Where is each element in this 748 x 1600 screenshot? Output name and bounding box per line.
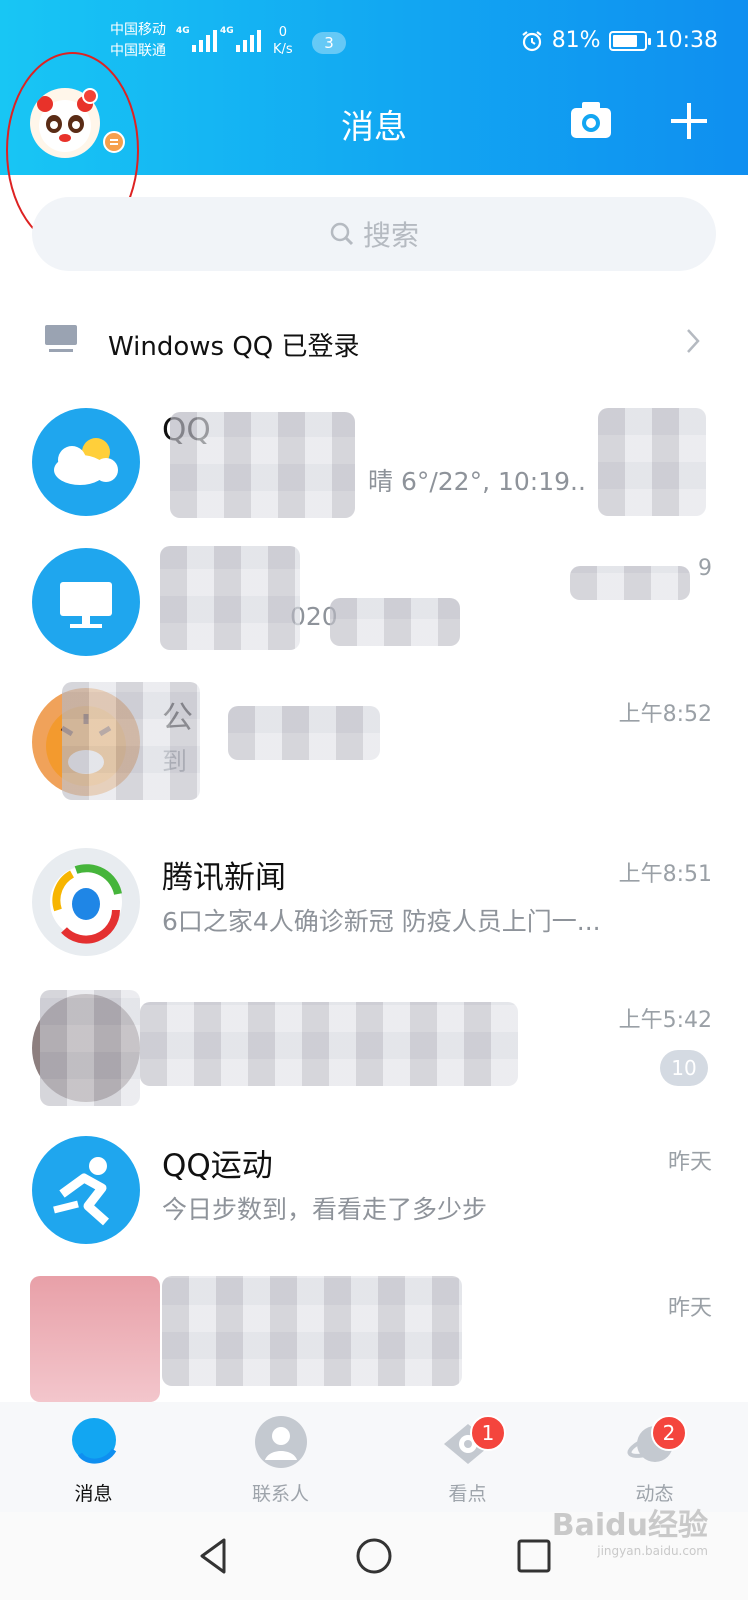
carrier-2: 中国联通 xyxy=(110,43,166,59)
conversation-name: QQ运动 xyxy=(162,1148,273,1184)
pc-login-notice[interactable]: Windows QQ 已登录 xyxy=(0,306,748,386)
redacted-area xyxy=(140,1002,518,1086)
recents-icon[interactable] xyxy=(512,1534,556,1578)
runner-icon xyxy=(53,1157,109,1226)
status-right: 81% 10:38 xyxy=(520,28,718,53)
conversation-time: 9 xyxy=(698,556,712,581)
conversation-preview: 晴 6°/22°, 10:19.. xyxy=(368,467,586,496)
bottom-tab-bar: 消息 联系人 1 看点 2 动态 xyxy=(0,1402,748,1512)
conversation-item[interactable]: 020 9 xyxy=(0,532,748,670)
conversation-item[interactable]: QQ 晴 6°/22°, 10:19.. xyxy=(0,392,748,530)
conversation-time: 上午8:52 xyxy=(618,702,712,727)
contacts-icon xyxy=(255,1416,307,1468)
weather-avatar xyxy=(32,408,140,516)
conversation-time: 上午5:42 xyxy=(618,1008,712,1033)
redacted-area xyxy=(30,1276,160,1402)
conversation-time: 上午8:51 xyxy=(618,862,712,887)
unread-count-badge: 10 xyxy=(660,1050,708,1086)
add-button[interactable] xyxy=(668,100,710,142)
tab-label: 联系人 xyxy=(251,1483,309,1505)
conversation-name: 腾讯新闻 xyxy=(162,860,286,896)
network-type-2: 4G xyxy=(220,26,234,36)
camera-icon xyxy=(571,102,611,138)
conversation-item[interactable]: 昨天 xyxy=(0,1266,748,1404)
redacted-area xyxy=(330,598,460,646)
redacted-area xyxy=(170,412,355,518)
conversation-time: 昨天 xyxy=(667,1296,712,1321)
tab-messages[interactable]: 消息 xyxy=(0,1402,187,1512)
redacted-area xyxy=(570,566,690,600)
computer-icon xyxy=(60,582,112,628)
network-type-1: 4G xyxy=(176,26,190,36)
tab-contacts[interactable]: 联系人 xyxy=(187,1402,374,1512)
qq-sport-avatar xyxy=(32,1136,140,1244)
computer-icon xyxy=(45,325,77,352)
back-icon[interactable] xyxy=(192,1534,236,1578)
camera-button[interactable] xyxy=(570,100,612,140)
tab-moments[interactable]: 2 动态 xyxy=(561,1402,748,1512)
tab-badge: 2 xyxy=(651,1415,687,1451)
login-notice-text: Windows QQ 已登录 xyxy=(108,332,360,362)
device-avatar xyxy=(32,548,140,656)
notification-count: 3 xyxy=(312,32,346,54)
tab-label: 看点 xyxy=(448,1483,487,1505)
battery-percent: 81% xyxy=(551,28,601,53)
conversation-item[interactable]: 腾讯新闻 6口之家4人确诊新冠 防疫人员上门一... 上午8:51 xyxy=(0,832,748,970)
status-bar: 中国移动 中国联通 4G 4G 0 K/s 3 81% 10:38 xyxy=(0,0,748,80)
clock: 10:38 xyxy=(654,28,718,53)
redacted-area xyxy=(160,546,300,650)
conversation-time: 昨天 xyxy=(667,1150,712,1175)
news-icon xyxy=(50,864,122,944)
conversation-item[interactable]: 上午5:42 10 xyxy=(0,978,748,1116)
weather-icon xyxy=(54,438,118,485)
search-icon xyxy=(330,222,354,246)
redacted-area xyxy=(162,1276,462,1386)
search-bar[interactable]: 搜索 xyxy=(32,197,716,271)
network-speed: 0 K/s xyxy=(273,25,293,57)
redacted-area xyxy=(228,706,380,760)
plus-icon xyxy=(671,103,707,139)
conversation-preview: 6口之家4人确诊新冠 防疫人员上门一... xyxy=(162,907,601,936)
redacted-area xyxy=(40,990,140,1106)
redacted-area xyxy=(598,408,706,516)
search-placeholder: 搜索 xyxy=(362,219,419,252)
redacted-area xyxy=(62,682,200,800)
signal-bars-2-icon xyxy=(236,28,261,52)
alarm-icon xyxy=(522,30,542,51)
message-icon xyxy=(72,1418,117,1464)
tencent-news-avatar xyxy=(32,848,140,956)
carrier-names: 中国移动 中国联通 xyxy=(110,20,166,62)
carrier-1: 中国移动 xyxy=(110,22,166,38)
signal-bars-1-icon xyxy=(192,28,217,52)
conversation-item[interactable]: QQ运动 今日步数到，看看走了多少步 昨天 xyxy=(0,1120,748,1258)
watermark: Baidu经验 jingyan.baidu.com xyxy=(551,1508,708,1558)
battery-icon xyxy=(608,30,651,51)
chevron-right-icon xyxy=(687,329,700,353)
conversation-item[interactable]: 公 到 上午8:52 xyxy=(0,672,748,810)
tab-label: 消息 xyxy=(74,1483,113,1505)
home-icon[interactable] xyxy=(352,1534,396,1578)
tab-discover[interactable]: 1 看点 xyxy=(374,1402,561,1512)
tab-badge: 1 xyxy=(470,1415,506,1451)
conversation-preview: 今日步数到，看看走了多少步 xyxy=(162,1195,488,1224)
